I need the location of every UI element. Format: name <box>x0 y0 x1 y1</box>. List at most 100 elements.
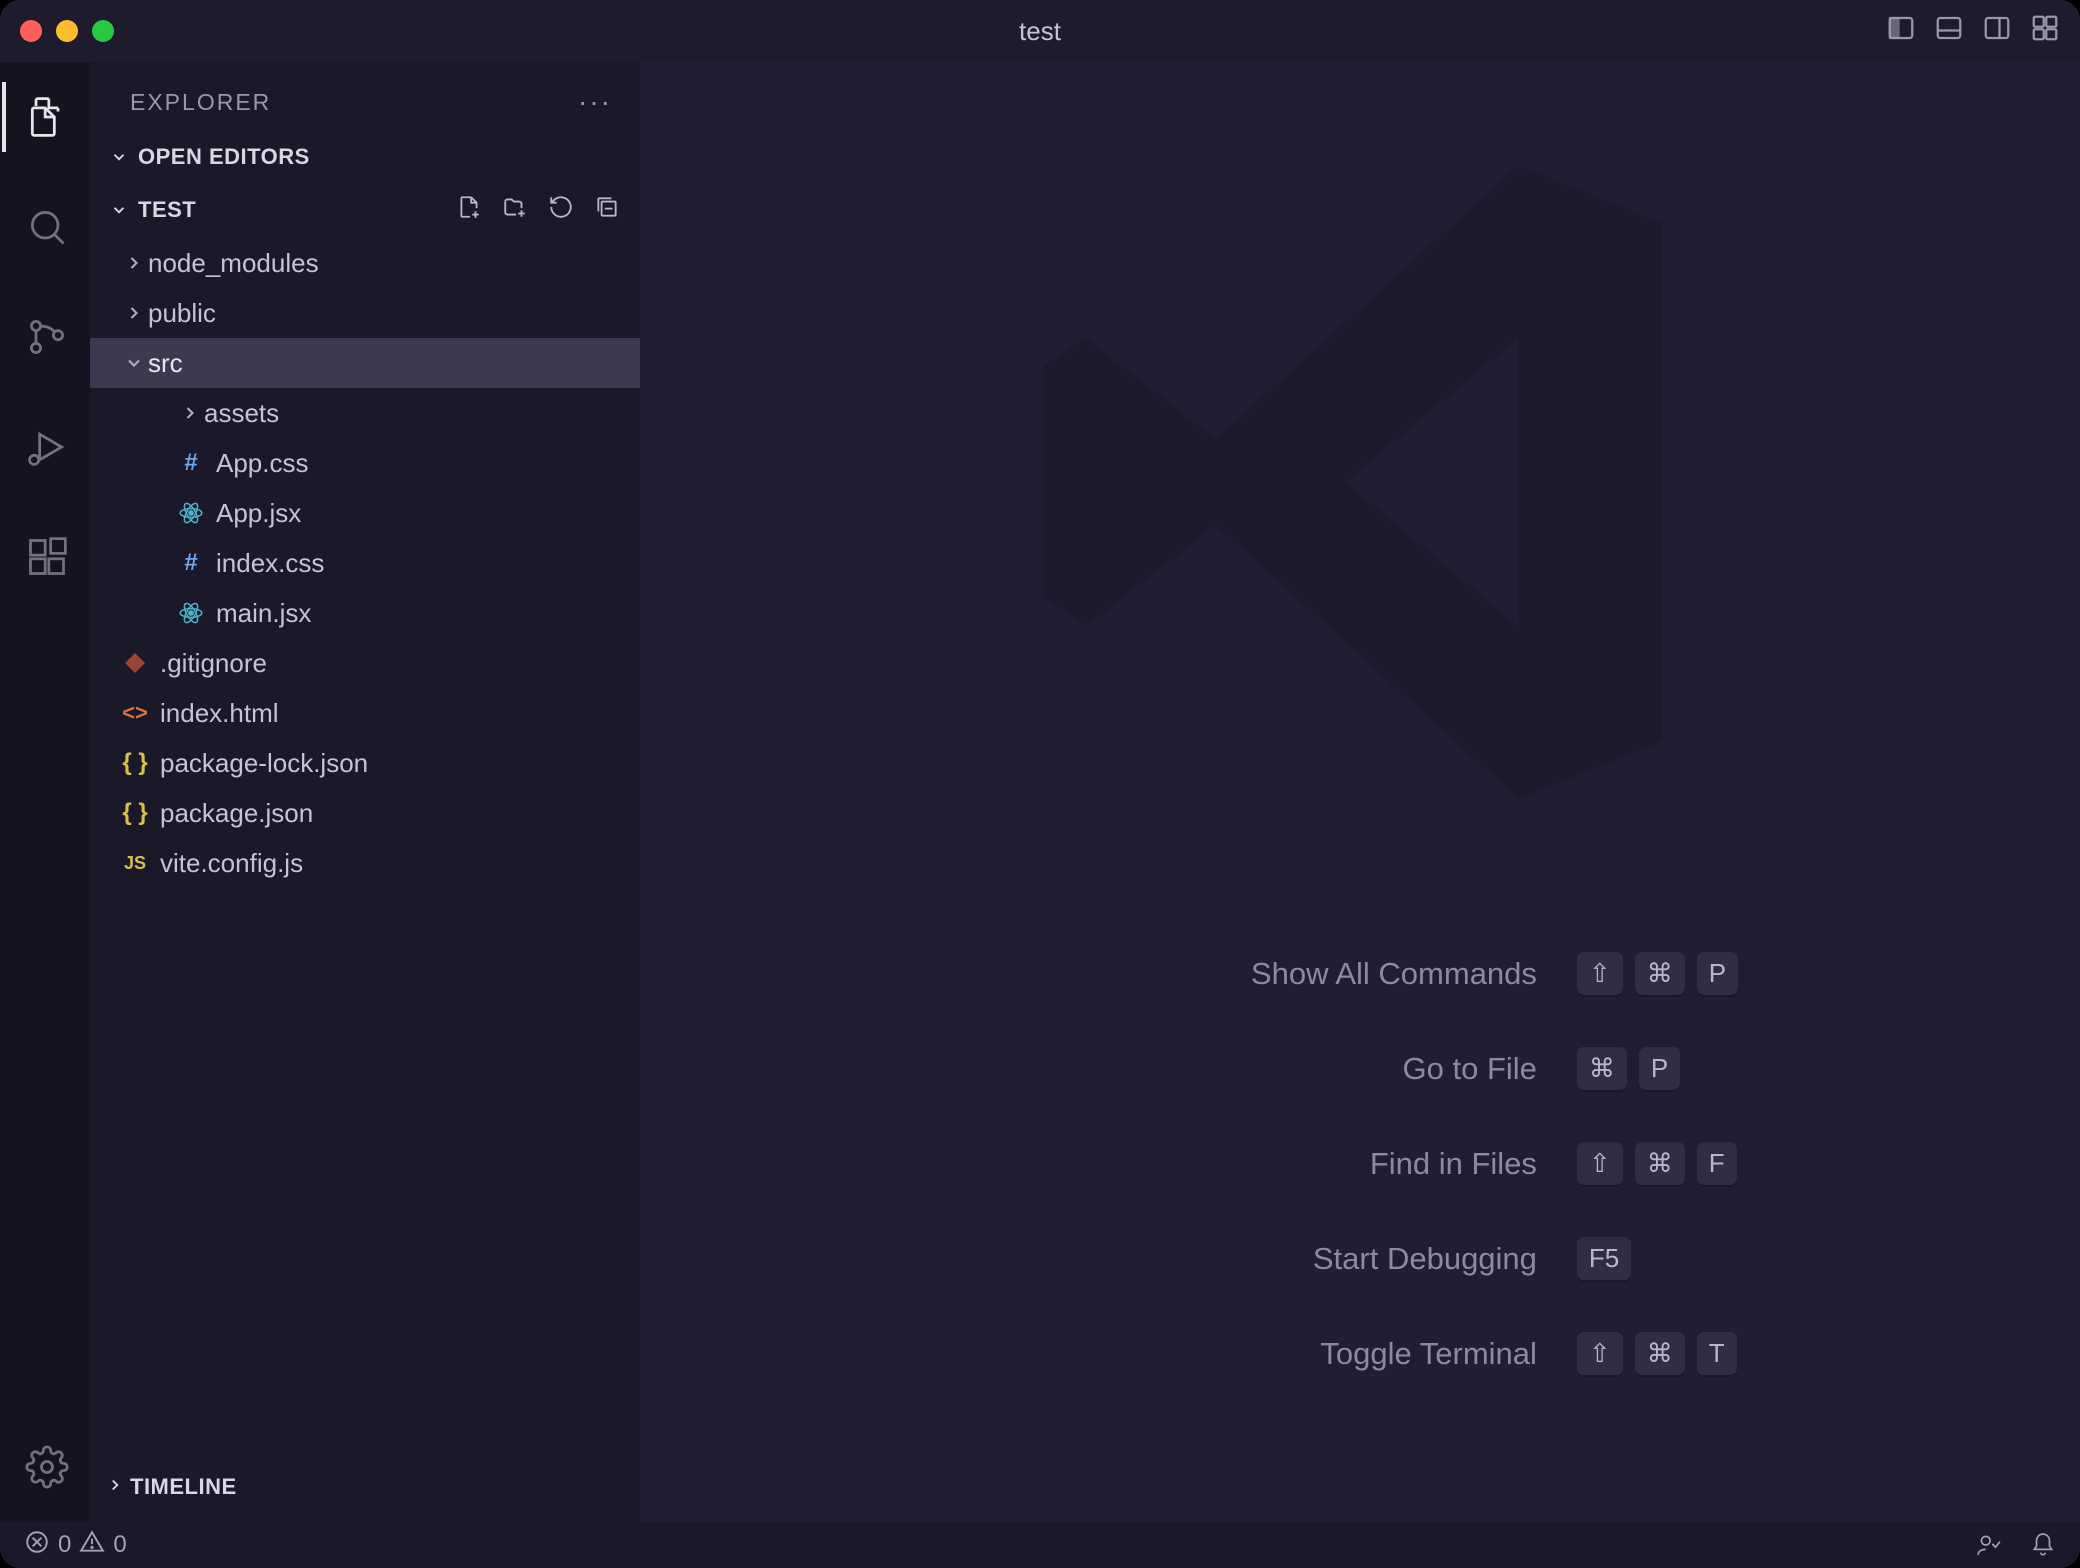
activity-explorer[interactable] <box>2 82 92 152</box>
shortcut-keys: ⇧ ⌘ T <box>1577 1332 1737 1375</box>
file-app-jsx[interactable]: App.jsx <box>90 488 640 538</box>
customize-layout-icon[interactable] <box>2030 13 2060 50</box>
key: T <box>1697 1332 1737 1375</box>
activity-search[interactable] <box>2 192 92 262</box>
tree-item-label: index.css <box>216 548 324 579</box>
shortcut-keys: ⇧⌘F <box>1577 1142 1737 1185</box>
section-open-editors[interactable]: OPEN EDITORS <box>90 132 640 182</box>
error-icon <box>24 1529 50 1562</box>
key: F5 <box>1577 1237 1631 1280</box>
chevron-down-icon <box>120 353 148 373</box>
folder-node-modules[interactable]: node_modules <box>90 238 640 288</box>
body: EXPLORER ··· OPEN EDITORS TEST <box>0 62 2080 1522</box>
status-bell-icon[interactable] <box>2030 1532 2056 1558</box>
section-timeline[interactable]: TIMELINE <box>90 1460 640 1522</box>
titlebar: test <box>0 0 2080 62</box>
title-layout-actions <box>1886 13 2060 50</box>
chevron-right-icon <box>176 403 204 423</box>
shortcut-go-to-file: Go to File ⌘ P <box>1042 1047 1738 1090</box>
refresh-icon[interactable] <box>548 194 574 226</box>
warning-icon <box>79 1529 105 1562</box>
toggle-panel-icon[interactable] <box>1934 13 1964 50</box>
file-package-json[interactable]: { }package.json <box>90 788 640 838</box>
folder-src[interactable]: src <box>90 338 640 388</box>
key: ⌘ <box>1577 1047 1627 1090</box>
tree-item-label: main.jsx <box>216 598 311 629</box>
chevron-down-icon <box>106 201 132 219</box>
file-vite-config-js[interactable]: JSvite.config.js <box>90 838 640 888</box>
welcome-shortcuts: Show All Commands ⇧ ⌘ P Go to File ⌘ P Find in … <box>1042 952 1738 1375</box>
shortcut-label: Find in Files <box>1042 1146 1537 1182</box>
sidebar-title-label: EXPLORER <box>130 89 271 116</box>
tree-item-label: package.json <box>160 798 313 829</box>
key: P <box>1639 1047 1680 1090</box>
tree-item-label: public <box>148 298 216 329</box>
status-feedback-icon[interactable] <box>1976 1532 2002 1558</box>
tree-item-label: App.css <box>216 448 309 479</box>
key: ⇧ <box>1577 1142 1623 1185</box>
shortcut-keys: ⇧ ⌘ P <box>1577 952 1738 995</box>
section-project[interactable]: TEST <box>90 182 640 238</box>
project-name-label: TEST <box>138 197 196 223</box>
shortcut-find-in-files: Find in Files⇧⌘F <box>1042 1142 1738 1185</box>
new-folder-icon[interactable] <box>502 194 528 226</box>
tree-item-label: .gitignore <box>160 648 267 679</box>
shortcut-label: Show All Commands <box>1042 956 1537 992</box>
chevron-right-icon <box>106 1474 124 1500</box>
file-icon <box>176 598 206 628</box>
key: ⌘ <box>1635 1332 1685 1375</box>
file-icon: <> <box>120 698 150 728</box>
file-app-css[interactable]: # App.css <box>90 438 640 488</box>
new-file-icon[interactable] <box>456 194 482 226</box>
folder-public[interactable]: public <box>90 288 640 338</box>
key: ⌘ <box>1635 952 1685 995</box>
file-icon: { } <box>120 748 150 778</box>
file-package-lock-json[interactable]: { }package-lock.json <box>90 738 640 788</box>
shortcut-label: Toggle Terminal <box>1042 1336 1537 1372</box>
chevron-right-icon <box>120 303 148 323</box>
file-icon: # <box>176 548 206 578</box>
shortcut-toggle-terminal: Toggle Terminal ⇧ ⌘ T <box>1042 1332 1738 1375</box>
chevron-down-icon <box>106 148 132 166</box>
sidebar-more-icon[interactable]: ··· <box>578 86 612 118</box>
traffic-lights <box>20 20 114 42</box>
folder-assets[interactable]: assets <box>90 388 640 438</box>
statusbar: 0 0 <box>0 1522 2080 1568</box>
warning-count: 0 <box>113 1531 126 1559</box>
toggle-secondary-sidebar-icon[interactable] <box>1982 13 2012 50</box>
file-icon <box>120 648 150 678</box>
collapse-all-icon[interactable] <box>594 194 620 226</box>
sidebar: EXPLORER ··· OPEN EDITORS TEST <box>90 62 640 1522</box>
activity-source-control[interactable] <box>2 302 92 372</box>
file-main-jsx[interactable]: main.jsx <box>90 588 640 638</box>
file-tree: node_modulespublic src assets # App.css App.j… <box>90 238 640 1460</box>
window: test <box>0 0 2080 1568</box>
toggle-primary-sidebar-icon[interactable] <box>1886 13 1916 50</box>
tree-item-label: assets <box>204 398 279 429</box>
activity-extensions[interactable] <box>2 522 92 592</box>
file-index-css[interactable]: # index.css <box>90 538 640 588</box>
shortcut-keys: F5 <box>1577 1237 1631 1280</box>
window-title: test <box>1019 16 1061 47</box>
key: ⌘ <box>1635 1142 1685 1185</box>
key: ⇧ <box>1577 952 1623 995</box>
file-index-html[interactable]: <>index.html <box>90 688 640 738</box>
shortcut-label: Go to File <box>1042 1051 1537 1087</box>
file-icon: # <box>176 448 206 478</box>
maximize-window-button[interactable] <box>92 20 114 42</box>
error-count: 0 <box>58 1531 71 1559</box>
file--gitignore[interactable]: .gitignore <box>90 638 640 688</box>
tree-item-label: App.jsx <box>216 498 301 529</box>
tree-item-label: src <box>148 348 183 379</box>
minimize-window-button[interactable] <box>56 20 78 42</box>
key: P <box>1697 952 1738 995</box>
activity-run-debug[interactable] <box>2 412 92 482</box>
status-problems[interactable]: 0 0 <box>24 1529 127 1562</box>
key: ⇧ <box>1577 1332 1623 1375</box>
tree-item-label: node_modules <box>148 248 319 279</box>
activity-settings[interactable] <box>2 1432 92 1502</box>
sidebar-title: EXPLORER ··· <box>90 72 640 132</box>
close-window-button[interactable] <box>20 20 42 42</box>
tree-item-label: vite.config.js <box>160 848 303 879</box>
vscode-watermark-icon <box>1000 122 1720 842</box>
